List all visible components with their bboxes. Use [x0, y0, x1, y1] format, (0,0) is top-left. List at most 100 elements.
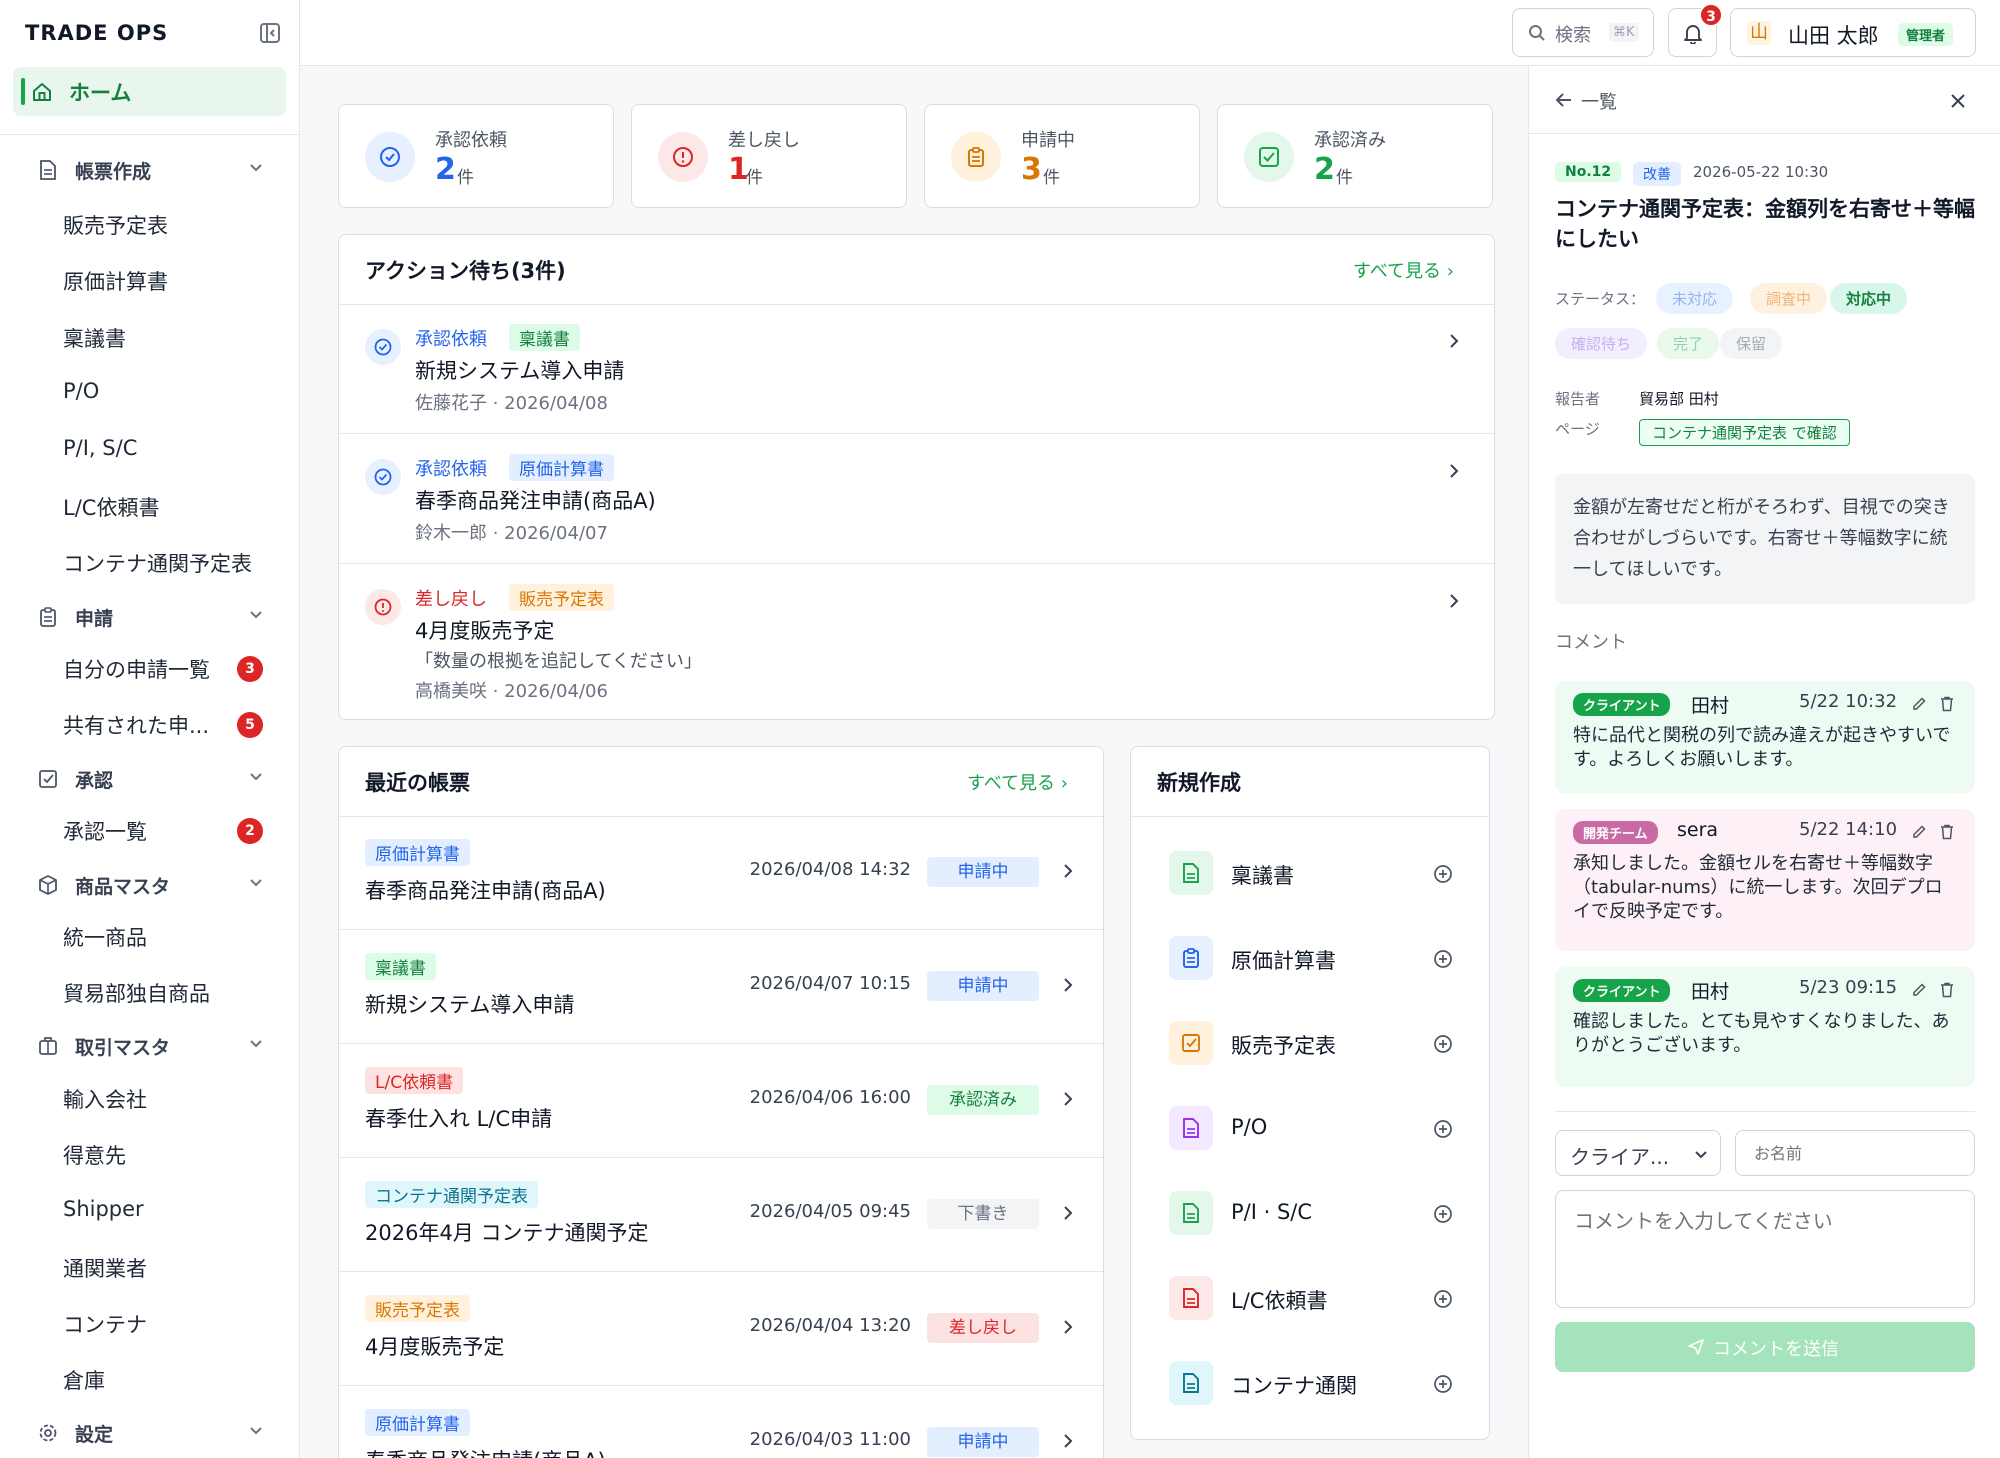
new-po-button[interactable]: P/O — [1131, 1086, 1489, 1171]
name-input[interactable] — [1735, 1130, 1975, 1176]
sidebar-group-product-master[interactable]: 商品マスタ — [0, 865, 299, 905]
sidebar-group-trade-master[interactable]: 取引マスタ — [0, 1026, 299, 1066]
close-icon[interactable] — [1949, 92, 1967, 110]
stat-card-approved[interactable]: 承認済み 2 件 — [1217, 104, 1493, 208]
notifications-button[interactable]: 3 — [1668, 3, 1723, 57]
trash-icon[interactable] — [1940, 696, 1954, 712]
status-option-in-progress[interactable]: 対応中 — [1830, 283, 1908, 314]
stat-unit: 件 — [1043, 168, 1060, 188]
doc-type-tag: 原価計算書 — [365, 1409, 470, 1436]
chevron-right-icon — [1450, 594, 1459, 608]
sidebar-item-label: 統一商品 — [63, 926, 147, 950]
new-pi-sc-button[interactable]: P/I · S/C — [1131, 1171, 1489, 1256]
sidebar-group-approvals[interactable]: 承認 — [0, 759, 299, 799]
comment-textarea[interactable] — [1555, 1190, 1975, 1308]
sidebar-group-documents[interactable]: 帳票作成 — [0, 150, 299, 190]
chevron-right-icon — [1064, 1320, 1073, 1334]
sidebar-group-label: 申請 — [75, 608, 114, 630]
new-ringi-button[interactable]: 稟議書 — [1131, 831, 1489, 916]
feedback-detail-panel: 一覧 No.12 改善 2026-05-22 10:30 コンテナ通関予定表：金… — [1528, 66, 2000, 1458]
new-container-button[interactable]: コンテナ通関 — [1131, 1341, 1489, 1426]
trash-icon[interactable] — [1940, 982, 1954, 998]
sidebar-item-unified-products[interactable]: 統一商品 — [0, 914, 299, 958]
sidebar-item-pi-sc[interactable]: P/I, S/C — [0, 428, 299, 472]
status-option-done[interactable]: 完了 — [1657, 328, 1720, 359]
sidebar-collapse-icon[interactable] — [259, 22, 281, 44]
submit-comment-button[interactable]: コメントを送信 — [1555, 1322, 1975, 1372]
stat-label: 承認済み — [1314, 130, 1386, 151]
sidebar-item-home[interactable]: ホーム — [13, 67, 286, 116]
role-badge: クライアント — [1573, 979, 1671, 1002]
stat-card-pending[interactable]: 申請中 3 件 — [924, 104, 1200, 208]
reporter-value: 貿易部 田村 — [1639, 390, 1719, 408]
sidebar-item-lc[interactable]: L/C依頼書 — [0, 484, 299, 528]
submit-label: コメントを送信 — [1713, 1339, 1839, 1360]
pencil-icon[interactable] — [1911, 982, 1927, 998]
sidebar-item-importers[interactable]: 輸入会社 — [0, 1076, 299, 1120]
trash-icon[interactable] — [1940, 824, 1954, 840]
document-title: 新規システム導入申請 — [365, 993, 575, 1017]
sidebar-item-cost-sheet[interactable]: 原価計算書 — [0, 258, 299, 302]
sidebar-item-warehouses[interactable]: 倉庫 — [0, 1357, 299, 1401]
sidebar-item-ringi[interactable]: 稟議書 — [0, 315, 299, 359]
sidebar-item-label: P/O — [63, 379, 100, 403]
sidebar-group-requests[interactable]: 申請 — [0, 597, 299, 637]
see-all-link[interactable]: すべて見る › — [967, 769, 1068, 795]
sidebar-item-shared-requests[interactable]: 共有された申... 5 — [0, 702, 299, 746]
status-option-on-hold[interactable]: 保留 — [1720, 328, 1783, 359]
sidebar-item-approval-list[interactable]: 承認一覧 2 — [0, 808, 299, 852]
page-link-button[interactable]: コンテナ通関予定表 で確認 — [1639, 419, 1850, 446]
sidebar-item-container[interactable]: コンテナ通関予定表 — [0, 540, 299, 584]
new-doc-label: P/O — [1231, 1115, 1268, 1139]
ticket-title: コンテナ通関予定表：金額列を右寄せ＋等幅にしたい — [1555, 197, 1975, 251]
stat-card-returned[interactable]: 差し戻し 1 件 — [631, 104, 907, 208]
document-row[interactable]: 原価計算書 春季商品発注申請(商品A) 2026/04/03 11:00 申請中 — [339, 1387, 1103, 1458]
document-row[interactable]: L/C依頼書 春季仕入れ L/C申請 2026/04/06 16:00 承認済み — [339, 1045, 1103, 1158]
action-row[interactable]: 差し戻し 販売予定表 4月度販売予定 「数量の根拠を追記してください」 高橋美咲… — [339, 565, 1494, 719]
check-circle-icon — [374, 338, 392, 356]
sidebar-item-po[interactable]: P/O — [0, 371, 299, 415]
status-option-investigating[interactable]: 調査中 — [1750, 283, 1828, 314]
document-row[interactable]: コンテナ通関予定表 2026年4月 コンテナ通関予定 2026/04/05 09… — [339, 1159, 1103, 1272]
document-title: 4月度販売予定 — [365, 1335, 505, 1359]
comment-card: 開発チーム sera 5/22 14:10 承知しました。金額セルを右寄せ＋等幅… — [1555, 809, 1975, 951]
sidebar-group-label: 帳票作成 — [75, 161, 152, 183]
action-note: 「数量の根拠を追記してください」 — [415, 651, 702, 672]
new-cost-sheet-button[interactable]: 原価計算書 — [1131, 916, 1489, 1001]
see-all-link[interactable]: すべて見る › — [1353, 257, 1454, 283]
action-row[interactable]: 承認依頼 稟議書 新規システム導入申請 佐藤花子 · 2026/04/08 — [339, 305, 1494, 434]
document-row[interactable]: 販売予定表 4月度販売予定 2026/04/04 13:20 差し戻し — [339, 1273, 1103, 1386]
action-meta: 鈴木一郎 · 2026/04/07 — [415, 523, 608, 544]
sidebar-item-containers[interactable]: コンテナ — [0, 1301, 299, 1345]
new-sales-plan-button[interactable]: 販売予定表 — [1131, 1001, 1489, 1086]
sidebar-item-customs-brokers[interactable]: 通関業者 — [0, 1245, 299, 1289]
sidebar-group-settings[interactable]: 設定 — [0, 1413, 299, 1453]
document-date: 2026/04/05 09:45 — [749, 1201, 911, 1222]
new-doc-label: P/I · S/C — [1231, 1200, 1313, 1224]
status-option-unhandled[interactable]: 未対応 — [1656, 283, 1734, 314]
avatar: 山 — [1747, 21, 1771, 45]
sidebar-item-customers[interactable]: 得意先 — [0, 1132, 299, 1176]
status-badge: 差し戻し — [927, 1313, 1039, 1343]
document-row[interactable]: 稟議書 新規システム導入申請 2026/04/07 10:15 申請中 — [339, 931, 1103, 1044]
document-row[interactable]: 原価計算書 春季商品発注申請(商品A) 2026/04/08 14:32 申請中 — [339, 817, 1103, 930]
doc-type-tag: L/C依頼書 — [365, 1067, 464, 1094]
pencil-icon[interactable] — [1911, 824, 1927, 840]
stat-card-approval-requests[interactable]: 承認依頼 2 件 — [338, 104, 614, 208]
new-lc-button[interactable]: L/C依頼書 — [1131, 1256, 1489, 1341]
user-menu-button[interactable]: 山 山田 太郎 管理者 — [1730, 8, 1976, 57]
sidebar-item-my-requests[interactable]: 自分の申請一覧 3 — [0, 646, 299, 690]
sidebar-item-sales-plan[interactable]: 販売予定表 — [0, 202, 299, 246]
document-icon — [1183, 863, 1199, 883]
search-button[interactable]: 検索 ⌘K — [1512, 8, 1654, 57]
status-option-awaiting-check[interactable]: 確認待ち — [1555, 328, 1648, 359]
sidebar-item-trade-products[interactable]: 貿易部独自商品 — [0, 970, 299, 1014]
user-name: 山田 太郎 — [1788, 24, 1879, 48]
check-square-icon — [1259, 147, 1279, 167]
sidebar-item-shipper[interactable]: Shipper — [0, 1189, 299, 1233]
pencil-icon[interactable] — [1911, 696, 1927, 712]
role-select[interactable]: クライア... — [1555, 1130, 1721, 1176]
status-badge: 申請中 — [927, 971, 1039, 1001]
action-row[interactable]: 承認依頼 原価計算書 春季商品発注申請(商品A) 鈴木一郎 · 2026/04/… — [339, 435, 1494, 564]
new-document-card: 新規作成 稟議書 原価計算書 販売予定表 P/O P/I · S/C L/C依頼… — [1130, 746, 1490, 1440]
